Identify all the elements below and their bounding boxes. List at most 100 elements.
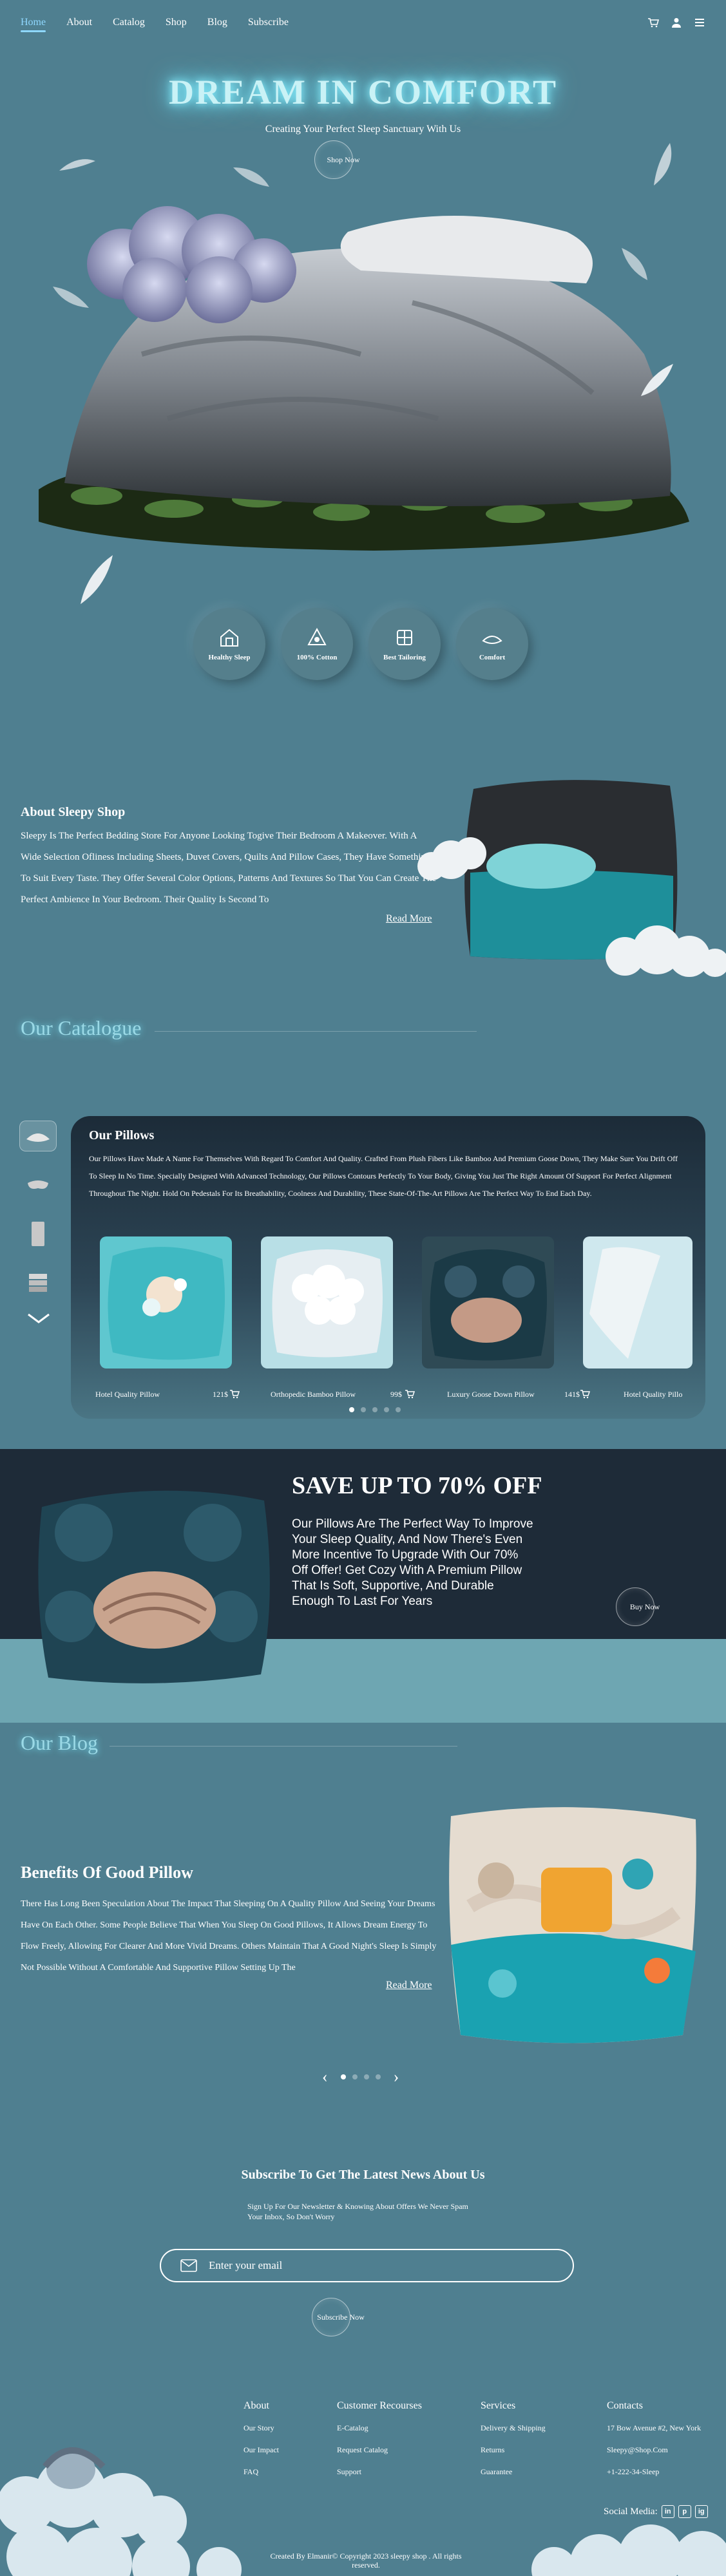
social-label: Social Media: (604, 2506, 658, 2517)
pager-dot[interactable] (352, 2074, 358, 2079)
nav-link-shop[interactable]: Shop (166, 17, 187, 28)
about-title: About Sleepy Shop (21, 805, 126, 819)
footer-link[interactable]: Request Catalog (337, 2445, 422, 2455)
footer-link[interactable]: E-Catalog (337, 2423, 422, 2433)
footer-link[interactable]: Returns (481, 2445, 546, 2455)
tailoring-icon (397, 630, 412, 645)
product-image[interactable] (422, 1236, 554, 1368)
catalogue-heading: Our Catalogue (21, 1016, 142, 1039)
sale-text: Our Pillows Are The Perfect Way To Impro… (292, 1517, 533, 1608)
feature-label: Comfort (479, 654, 506, 661)
email-field (160, 2249, 574, 2282)
comfort-icon (482, 636, 502, 644)
subscribe-now-button[interactable]: Subscribe Now (312, 2298, 365, 2336)
catalogue-thumbnails (19, 1121, 58, 1329)
newsletter-subtitle: Sign Up For Our Newsletter & Knowing Abo… (247, 2202, 468, 2221)
footer-column-resources: Customer Recourses E-Catalog Request Cat… (337, 2400, 422, 2489)
pager-dot[interactable] (372, 1407, 377, 1412)
instagram-icon[interactable]: ig (694, 2505, 708, 2518)
footer-column-services: Services Delivery & Shipping Returns Gua… (481, 2400, 546, 2489)
email-input[interactable] (207, 2259, 542, 2273)
pager-dot[interactable] (396, 1407, 401, 1412)
chevron-down-icon[interactable] (19, 1310, 58, 1329)
hero-subtitle: Creating Your Perfect Sleep Sanctuary Wi… (265, 124, 461, 135)
feature-label: Healthy Sleep (208, 654, 251, 661)
hero-bed-image (39, 206, 689, 551)
nav-link-catalog[interactable]: Catalog (113, 17, 145, 28)
feather-icon (53, 287, 89, 308)
footer-link[interactable]: Our Impact (244, 2445, 279, 2455)
product-price: 121$ (213, 1390, 228, 1399)
footer-link[interactable]: Delivery & Shipping (481, 2423, 546, 2433)
product-image[interactable] (261, 1236, 393, 1368)
cart-icon[interactable] (647, 17, 660, 28)
feather-icon (622, 248, 647, 280)
thumbnail-mask[interactable] (19, 1170, 57, 1200)
pinterest-icon[interactable]: p (678, 2505, 691, 2518)
product-name: Luxury Goose Down Pillow (447, 1390, 535, 1399)
nav-link-about[interactable]: About (66, 17, 92, 28)
footer-link[interactable]: Guarantee (481, 2467, 546, 2477)
product-name: Orthopedic Bamboo Pillow (271, 1390, 356, 1399)
feature-cotton: 100% Cotton (281, 608, 353, 680)
hero-title: DREAM IN COMFORT (168, 73, 558, 111)
feature-label: 100% Cotton (296, 654, 338, 661)
divider (155, 1031, 477, 1032)
blog-pager (340, 2074, 381, 2079)
blog-read-more-link[interactable]: Read More (386, 1980, 432, 1991)
contact-phone[interactable]: +1-222-34-Sleep (607, 2467, 701, 2477)
subscribe-now-label: Subscribe Now (317, 2312, 365, 2322)
nav-icons (647, 17, 705, 28)
product-image[interactable] (583, 1236, 693, 1368)
thumbnail-sheet[interactable] (19, 1218, 57, 1249)
catalogue-pager (349, 1407, 401, 1412)
catalogue-panel-text: Our Pillows Have Made A Name For Themsel… (89, 1154, 678, 1198)
divider (110, 1746, 457, 1747)
cart-icon[interactable] (229, 1389, 240, 1399)
feather-icon (641, 364, 673, 396)
pager-dot[interactable] (361, 1407, 366, 1412)
nav-link-blog[interactable]: Blog (207, 17, 227, 28)
newsletter-title: Subscribe To Get The Latest News About U… (241, 2168, 485, 2182)
chevron-right-icon[interactable]: › (394, 2067, 399, 2087)
footer-column-title: Customer Recourses (337, 2400, 422, 2411)
pager-dot[interactable] (375, 2074, 381, 2079)
contact-email[interactable]: Sleepy@Shop.Com (607, 2445, 701, 2455)
product-price: 99$ (390, 1390, 402, 1399)
pager-dot[interactable] (384, 1407, 389, 1412)
footer-link[interactable]: Our Story (244, 2423, 279, 2433)
footer-link[interactable]: FAQ (244, 2467, 279, 2477)
footer-link[interactable]: Support (337, 2467, 422, 2477)
thumbnail-stack[interactable] (19, 1267, 57, 1298)
pager-dot[interactable] (340, 2074, 346, 2079)
pager-dot[interactable] (349, 1407, 354, 1412)
about-text: Sleepy Is The Perfect Bedding Store For … (21, 831, 437, 905)
user-icon[interactable] (671, 17, 682, 28)
footer-column-title: Contacts (607, 2400, 643, 2411)
mail-icon (180, 2259, 197, 2272)
feature-tailoring: Best Tailoring (368, 608, 441, 680)
blog-post-text: There Has Long Been Speculation About Th… (21, 1899, 437, 1973)
blog-pillow-image (449, 1807, 696, 2043)
chevron-left-icon[interactable]: ‹ (322, 2067, 328, 2087)
footer-column-contacts: Contacts 17 Bow Avenue #2, New York Slee… (607, 2400, 701, 2489)
linkedin-icon[interactable]: in (661, 2505, 674, 2518)
feather-icon (233, 167, 269, 187)
cart-icon[interactable] (405, 1389, 415, 1399)
footer-column-title: About (244, 2400, 269, 2411)
nav-link-subscribe[interactable]: Subscribe (248, 17, 289, 28)
top-nav: Home About Catalog Shop Blog Subscribe (21, 13, 705, 32)
pager-dot[interactable] (363, 2074, 369, 2079)
buy-now-button[interactable]: Buy Now (616, 1587, 660, 1626)
menu-icon[interactable] (694, 17, 705, 28)
thumbnail-pillow[interactable] (19, 1121, 57, 1151)
nav-link-home[interactable]: Home (21, 17, 46, 32)
product-image[interactable] (100, 1236, 232, 1368)
cart-icon[interactable] (580, 1389, 590, 1399)
blog-post-title: Benefits Of Good Pillow (21, 1863, 193, 1882)
feather-icon (59, 159, 95, 171)
feature-comfort: Comfort (456, 608, 528, 680)
feather-icon (654, 143, 672, 185)
product-name: Hotel Quality Pillow (95, 1390, 160, 1399)
copyright: Created By Elmanir© Copyright 2023 sleep… (270, 2552, 462, 2570)
